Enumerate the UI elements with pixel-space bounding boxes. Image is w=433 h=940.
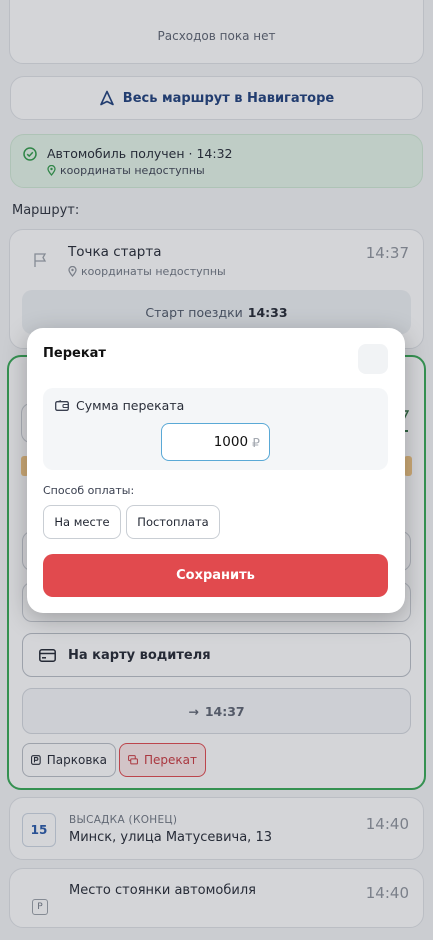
payment-onsite-button[interactable]: На месте — [43, 505, 121, 539]
currency-symbol: ₽ — [252, 434, 260, 450]
amount-label: Сумма переката — [76, 398, 185, 413]
wallet-icon — [55, 400, 69, 411]
payment-postpay-button[interactable]: Постоплата — [126, 505, 220, 539]
payment-method-label: Способ оплаты: — [43, 484, 135, 497]
amount-field[interactable]: ₽ — [161, 423, 270, 461]
modal-close-button[interactable] — [358, 344, 388, 374]
modal-title: Перекат — [43, 346, 106, 361]
amount-label-row: Сумма переката — [55, 398, 184, 413]
save-button[interactable]: Сохранить — [43, 554, 388, 597]
perekat-modal: Перекат Сумма переката ₽ Способ оплаты: … — [27, 328, 405, 613]
amount-input[interactable] — [186, 434, 249, 450]
amount-section: Сумма переката ₽ — [43, 388, 388, 470]
